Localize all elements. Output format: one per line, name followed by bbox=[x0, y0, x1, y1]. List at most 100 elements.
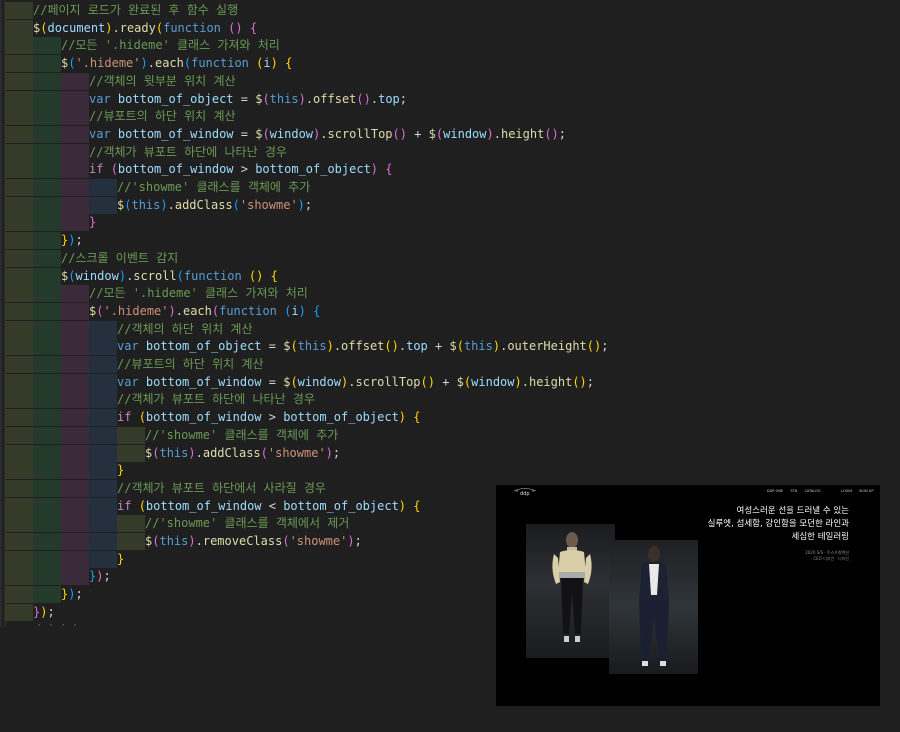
indent-guide bbox=[5, 409, 33, 427]
indent-guide bbox=[61, 550, 89, 568]
code-token: outerHeight bbox=[507, 339, 587, 354]
indent-guide bbox=[5, 161, 33, 179]
code-token: + bbox=[427, 339, 450, 354]
indent-guide bbox=[61, 196, 89, 214]
indent-guide bbox=[89, 409, 117, 427]
indent-guide bbox=[33, 533, 61, 550]
code-line[interactable]: var bottom_of_object = $(this).offset().… bbox=[0, 90, 900, 108]
code-token: var bbox=[117, 339, 139, 354]
code-text: $(this).addClass('showme'); bbox=[117, 197, 312, 214]
code-token: //'showme' 클래스를 객체에 추가 bbox=[117, 180, 311, 194]
code-token: . bbox=[147, 56, 155, 71]
indent-guide bbox=[5, 550, 33, 568]
code-text: //'showme' 클래스를 객체에서 제거 bbox=[145, 515, 349, 532]
code-token: . bbox=[175, 303, 183, 318]
headline-line: 실루엣, 섬세함, 강인함을 모던한 라인과 bbox=[707, 519, 849, 529]
indent-guide bbox=[89, 391, 117, 409]
code-token: addClass bbox=[174, 197, 233, 212]
code-token: bottom_of_window bbox=[145, 410, 262, 425]
indent-guide bbox=[5, 214, 33, 232]
code-token: () bbox=[420, 374, 435, 389]
code-token: { bbox=[413, 410, 421, 425]
indent-guide bbox=[5, 391, 33, 409]
code-line[interactable]: //객체의 윗부분 위치 계산 bbox=[0, 72, 900, 90]
indent-guide bbox=[5, 37, 33, 55]
code-token: . bbox=[370, 91, 379, 106]
indent-guide bbox=[5, 603, 33, 621]
code-line[interactable]: $('.hideme').each(function (i) { bbox=[0, 55, 900, 73]
indent-guide bbox=[61, 391, 89, 409]
code-token: //'showme' 클래스를 객체에 추가 bbox=[145, 427, 339, 442]
code-token: //객체의 하단 위치 계산 bbox=[117, 321, 253, 336]
indent-guide bbox=[61, 356, 89, 373]
code-line[interactable]: var bottom_of_window = $(window).scrollT… bbox=[0, 125, 900, 143]
code-text: $('.hideme').each(function (i) { bbox=[89, 303, 320, 320]
code-token: { bbox=[249, 20, 258, 35]
indent-guide bbox=[33, 356, 61, 373]
code-line[interactable]: if (bottom_of_window > bottom_of_object)… bbox=[0, 161, 900, 179]
nav-item-catalog[interactable]: CATALOG bbox=[804, 489, 820, 493]
code-token: height bbox=[528, 374, 573, 389]
code-line[interactable]: $(this).addClass('showme'); bbox=[0, 196, 900, 214]
code-text: $(window).scroll(function () { bbox=[61, 268, 278, 285]
indent-guide bbox=[33, 55, 61, 73]
code-line[interactable]: $(document).ready(function () { bbox=[0, 19, 900, 37]
code-line[interactable]: //'showme' 클래스를 객체에 추가 bbox=[0, 426, 900, 444]
code-line[interactable]: //'showme' 클래스를 객체에 추가 bbox=[0, 179, 900, 196]
indent-guide bbox=[61, 568, 89, 586]
indent-guide bbox=[5, 285, 33, 303]
code-line[interactable]: //모든 '.hideme' 클래스 가져와 처리 bbox=[0, 37, 900, 55]
code-line[interactable]: } bbox=[0, 462, 900, 480]
code-line[interactable]: if (bottom_of_window > bottom_of_object)… bbox=[0, 409, 900, 427]
code-token: ) bbox=[105, 20, 113, 35]
code-token: 'showme' bbox=[239, 197, 298, 212]
code-text: //객체가 뷰포트 하단에 나타난 경우 bbox=[117, 391, 315, 408]
code-text: //'showme' 클래스를 객체에 추가 bbox=[145, 427, 338, 444]
code-line[interactable]: //모든 '.hideme' 클래스 가져와 처리 bbox=[0, 285, 900, 303]
code-line[interactable]: //객체가 뷰포트 하단에 나타난 경우 bbox=[0, 391, 900, 409]
indent-guide bbox=[61, 302, 89, 320]
indent-guide bbox=[33, 267, 61, 285]
indent-guide bbox=[33, 161, 61, 179]
code-token: this bbox=[159, 534, 189, 548]
code-line[interactable]: //객체가 뷰포트 하단에 나타난 경우 bbox=[0, 143, 900, 161]
code-line[interactable]: $(this).addClass('showme'); bbox=[0, 444, 900, 462]
code-token: offset bbox=[313, 91, 357, 106]
indent-guide bbox=[5, 267, 33, 285]
code-line[interactable]: //객체의 하단 위치 계산 bbox=[0, 320, 900, 338]
code-line[interactable]: //뷰포트의 하단 위치 계산 bbox=[0, 356, 900, 373]
meta-line: CEO 디자인 · 디자인 bbox=[813, 556, 849, 561]
code-token: . bbox=[333, 339, 342, 354]
code-text: var bottom_of_window = $(window).scrollT… bbox=[89, 126, 566, 143]
indent-guide bbox=[5, 108, 33, 126]
code-line[interactable]: } bbox=[0, 214, 900, 232]
nav-item-stn[interactable]: STN bbox=[790, 489, 797, 493]
indent-guide bbox=[5, 90, 33, 108]
code-line[interactable]: //스크롤 이벤트 감지 bbox=[0, 249, 900, 267]
code-line[interactable]: //페이지 로드가 완료된 후 함수 실행 bbox=[0, 2, 900, 19]
code-line[interactable]: }); bbox=[0, 232, 900, 250]
indent-guide bbox=[5, 497, 33, 515]
code-token: ) bbox=[514, 374, 522, 389]
indent-guide bbox=[33, 302, 61, 320]
code-line[interactable]: $(window).scroll(function () { bbox=[0, 267, 900, 285]
code-token: ) bbox=[370, 162, 379, 177]
indent-guide bbox=[61, 161, 89, 179]
code-token: top bbox=[378, 91, 400, 106]
code-token: '.hideme' bbox=[75, 56, 141, 71]
code-line[interactable]: $('.hideme').each(function (i) { bbox=[0, 302, 900, 320]
code-line[interactable]: var bottom_of_window = $(window).scrollT… bbox=[0, 373, 900, 391]
code-token: ; bbox=[399, 91, 408, 106]
code-token: each bbox=[154, 56, 184, 71]
indent-guide bbox=[5, 338, 33, 356]
code-line[interactable]: //뷰포트의 하단 위치 계산 bbox=[0, 108, 900, 126]
signup-link[interactable]: SIGN UP bbox=[859, 489, 873, 493]
nav-item-ddp-one[interactable]: DDP ONE bbox=[767, 489, 783, 493]
code-text: var bottom_of_object = $(this).offset().… bbox=[117, 338, 608, 355]
code-token: () bbox=[356, 91, 371, 106]
code-line[interactable]: var bottom_of_object = $(this).offset().… bbox=[0, 338, 900, 356]
login-link[interactable]: LOGIN bbox=[841, 489, 852, 493]
code-token: this bbox=[463, 339, 493, 354]
code-token: ) bbox=[188, 445, 196, 460]
